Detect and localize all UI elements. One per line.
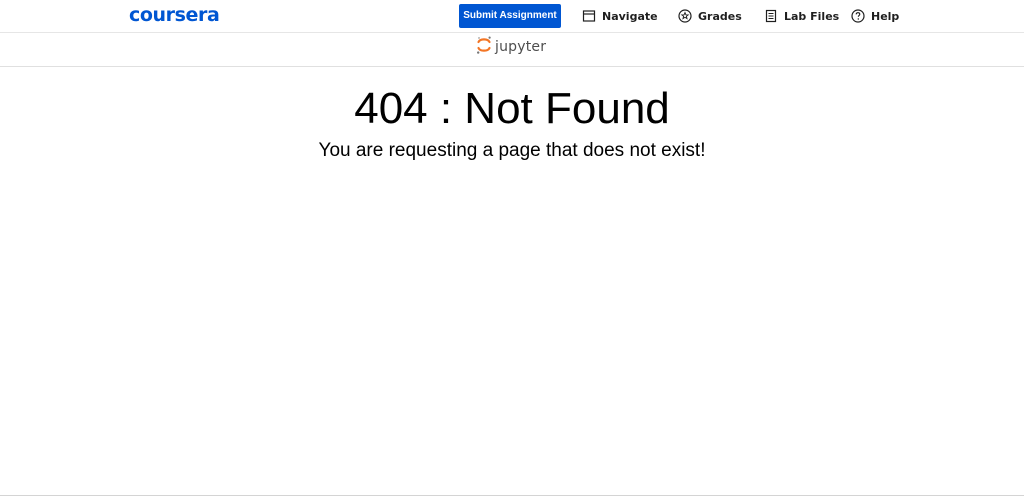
lab-files-button[interactable]: Lab Files: [764, 7, 839, 25]
bottom-divider: [0, 495, 1024, 496]
navigate-label: Navigate: [602, 9, 658, 23]
lab-files-label: Lab Files: [784, 9, 840, 23]
browser-window-icon: [582, 9, 596, 23]
error-title: 404 : Not Found: [354, 84, 670, 133]
jupyter-logo-icon: [476, 35, 492, 60]
star-badge-icon: [678, 9, 692, 23]
top-navigation-bar: coursera Submit Assignment Navigate Grad…: [0, 0, 1024, 33]
coursera-logo[interactable]: coursera: [129, 3, 220, 27]
submit-assignment-button[interactable]: Submit Assignment: [459, 4, 561, 28]
help-button[interactable]: Help: [851, 7, 899, 25]
jupyter-header: jupyter: [0, 33, 1024, 67]
grades-label: Grades: [698, 9, 742, 23]
question-circle-icon: [851, 9, 865, 23]
document-icon: [764, 9, 778, 23]
help-label: Help: [871, 9, 900, 23]
error-message: You are requesting a page that does not …: [318, 140, 706, 161]
jupyter-logo[interactable]: jupyter: [476, 36, 546, 58]
jupyter-logo-text: jupyter: [495, 39, 547, 55]
navigate-button[interactable]: Navigate: [582, 7, 658, 25]
grades-button[interactable]: Grades: [678, 7, 742, 25]
